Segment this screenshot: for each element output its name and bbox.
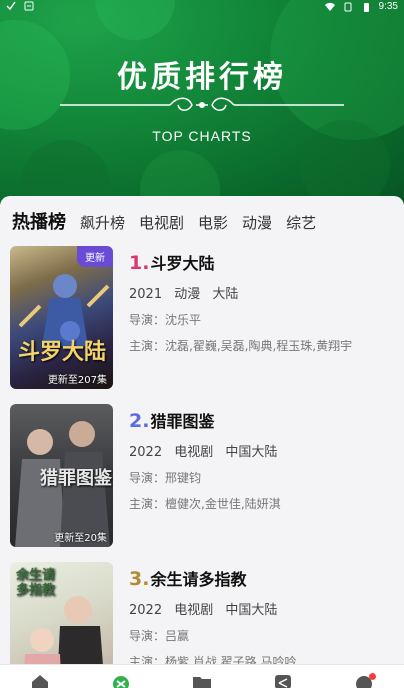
category-tabs: 热播榜 飙升榜 电视剧 电影 动漫 综艺 — [12, 208, 316, 234]
download-done-icon — [6, 1, 16, 11]
tab-tv-series[interactable]: 电视剧 — [139, 212, 184, 233]
item-director: 导演：沈乐平 — [129, 313, 202, 327]
item-meta: 2021 动漫 大陆 — [129, 283, 399, 302]
item-year: 2022 — [129, 445, 163, 460]
nav-profile[interactable] — [349, 665, 379, 688]
nav-logo[interactable] — [106, 665, 136, 688]
item-region: 中国大陆 — [225, 603, 278, 618]
item-genre: 动漫 — [174, 287, 201, 302]
episode-update: 更新至207集 — [47, 375, 107, 386]
share-icon — [274, 675, 291, 688]
nav-home[interactable] — [25, 665, 55, 688]
nav-share[interactable] — [268, 665, 298, 688]
poster-image[interactable]: 猎罪图鉴 更新至20集 — [10, 404, 113, 547]
notification-dot — [368, 673, 376, 680]
home-icon — [32, 675, 49, 688]
nav-folder[interactable] — [187, 665, 217, 688]
banner-subtitle: TOP CHARTS — [152, 128, 252, 144]
ranking-panel: 热播榜 飙升榜 电视剧 电影 动漫 综艺 斗罗大陆 更新 更新至207集 1. … — [0, 196, 404, 666]
item-director: 导演：吕赢 — [129, 629, 190, 643]
item-title[interactable]: 猎罪图鉴 — [150, 408, 214, 432]
item-cast: 主演：檀健次,金世佳,陆妍淇 — [129, 497, 281, 511]
notification-icon — [24, 1, 34, 11]
list-item[interactable]: 斗罗大陆 更新 更新至207集 1. 斗罗大陆 2021 动漫 大陆 导演：沈乐… — [0, 246, 404, 404]
bottom-nav — [0, 664, 404, 688]
tab-variety[interactable]: 综艺 — [286, 212, 316, 233]
item-genre: 电视剧 — [174, 445, 214, 460]
list-item[interactable]: 余生请多指教 3. 余生请多指教 2022 电视剧 中国大陆 导演：吕赢 主演：… — [0, 562, 404, 666]
tab-hot[interactable]: 热播榜 — [12, 208, 66, 234]
battery-icon — [363, 2, 369, 12]
poster-image[interactable]: 余生请多指教 — [10, 562, 113, 666]
folder-icon — [192, 677, 211, 688]
poster-figure — [18, 274, 110, 346]
tab-rising[interactable]: 飙升榜 — [80, 212, 125, 233]
poster-art-text: 余生请多指教 — [16, 568, 56, 598]
status-time: 9:35 — [378, 1, 398, 12]
rank-number: 3. — [129, 568, 150, 590]
item-info: 2. 猎罪图鉴 2022 电视剧 中国大陆 导演：邢键钧 主演：檀健次,金世佳,… — [129, 408, 399, 512]
item-region: 中国大陆 — [225, 445, 278, 460]
rank-number: 1. — [129, 252, 150, 274]
item-info: 1. 斗罗大陆 2021 动漫 大陆 导演：沈乐平 主演：沈磊,翟巍,吴磊,陶典… — [129, 250, 399, 354]
item-title[interactable]: 余生请多指教 — [150, 566, 246, 590]
episode-update: 更新至20集 — [54, 533, 107, 544]
ranking-list: 斗罗大陆 更新 更新至207集 1. 斗罗大陆 2021 动漫 大陆 导演：沈乐… — [0, 246, 404, 666]
logo-icon — [113, 676, 130, 688]
banner-title: 优质排行榜 — [117, 60, 287, 95]
tab-anime[interactable]: 动漫 — [242, 212, 272, 233]
poster-image[interactable]: 斗罗大陆 更新 更新至207集 — [10, 246, 113, 389]
tab-movie[interactable]: 电影 — [198, 212, 228, 233]
status-bar: 9:35 — [0, 0, 404, 14]
item-meta: 2022 电视剧 中国大陆 — [129, 441, 399, 460]
rank-number: 2. — [129, 410, 150, 432]
poster-art-text: 猎罪图鉴 — [40, 468, 112, 489]
item-title[interactable]: 斗罗大陆 — [150, 250, 214, 274]
update-badge: 更新 — [77, 246, 113, 267]
item-info: 3. 余生请多指教 2022 电视剧 中国大陆 导演：吕赢 主演：杨紫,肖战,翟… — [129, 566, 399, 666]
item-meta: 2022 电视剧 中国大陆 — [129, 599, 399, 618]
item-director: 导演：邢键钧 — [129, 471, 202, 485]
wifi-icon — [324, 2, 335, 11]
item-year: 2022 — [129, 603, 163, 618]
header-banner: 优质排行榜 TOP CHARTS — [0, 0, 404, 205]
ornament-divider — [60, 97, 344, 111]
list-item[interactable]: 猎罪图鉴 更新至20集 2. 猎罪图鉴 2022 电视剧 中国大陆 导演：邢键钧… — [0, 404, 404, 562]
no-sim-icon — [344, 2, 352, 11]
item-region: 大陆 — [212, 287, 239, 302]
item-genre: 电视剧 — [174, 603, 214, 618]
poster-art-text: 斗罗大陆 — [18, 340, 107, 365]
item-year: 2021 — [129, 287, 163, 302]
item-cast: 主演：沈磊,翟巍,吴磊,陶典,程玉珠,黄翔宇 — [129, 339, 353, 353]
